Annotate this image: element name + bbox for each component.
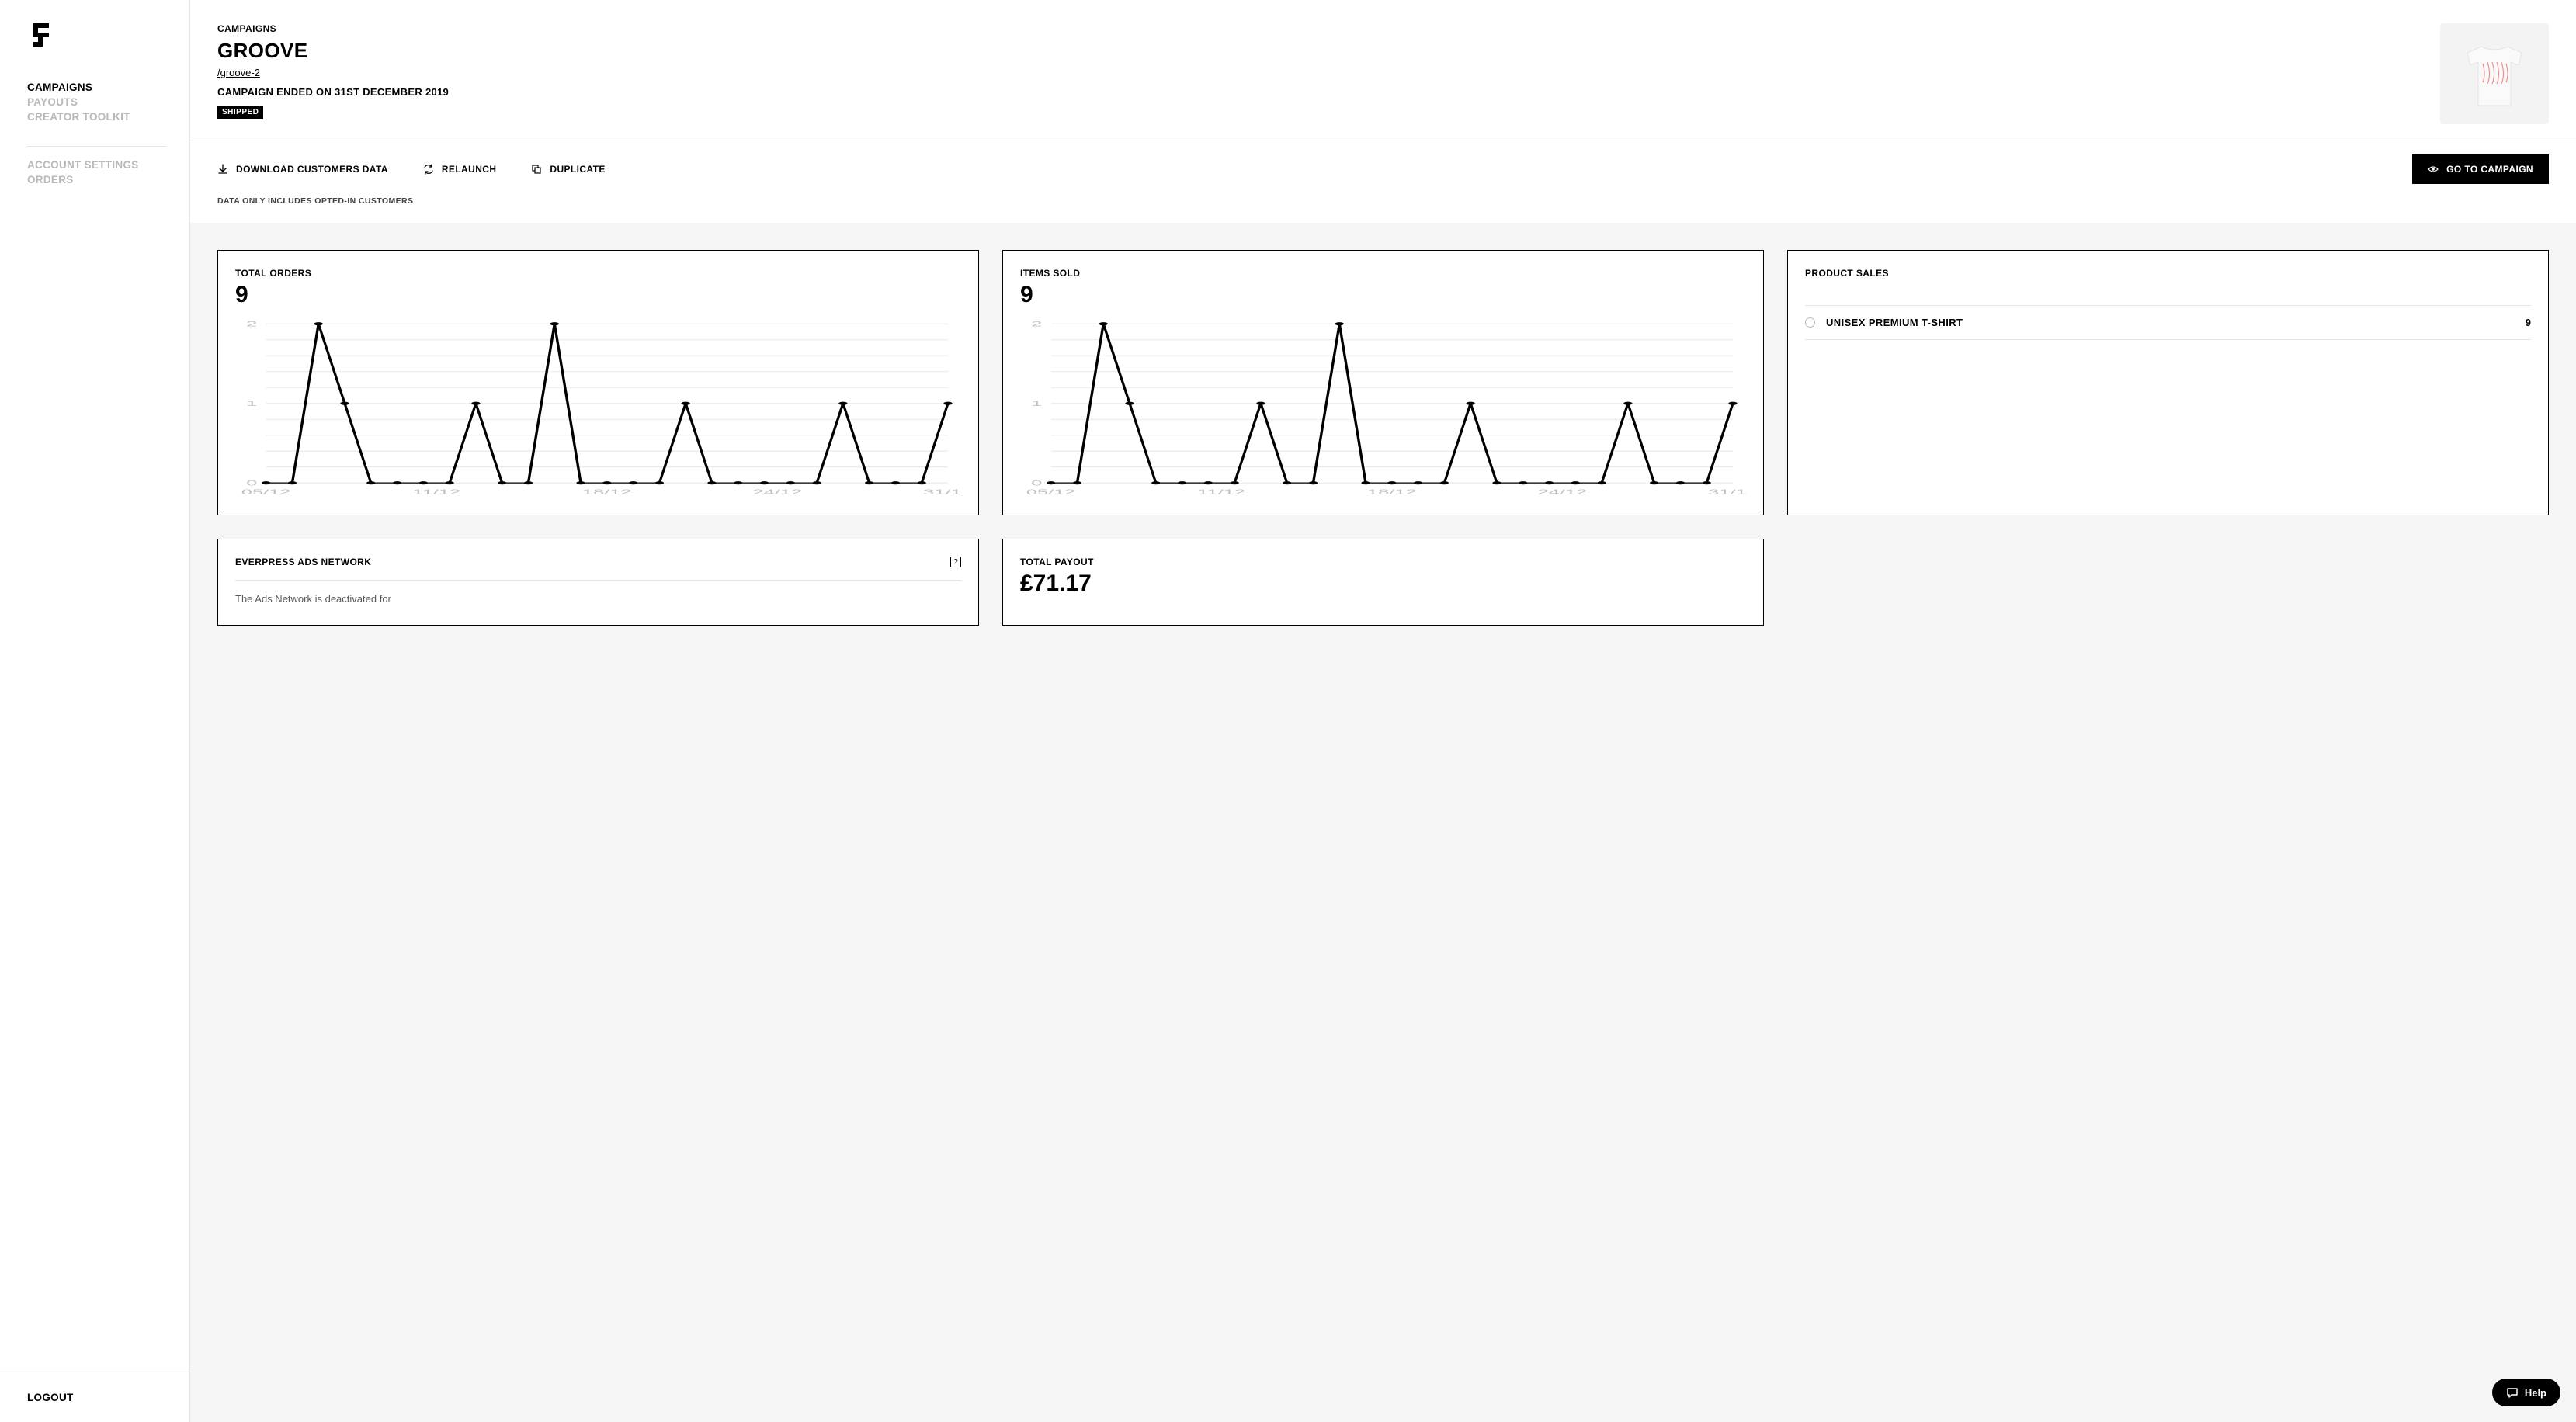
status-badge: SHIPPED [217, 106, 263, 119]
svg-text:2: 2 [1031, 321, 1042, 328]
campaign-ended-text: CAMPAIGN ENDED ON 31ST DECEMBER 2019 [217, 86, 449, 98]
logo[interactable] [27, 23, 189, 49]
main: CAMPAIGNS GROOVE /groove-2 CAMPAIGN ENDE… [190, 0, 2576, 1422]
download-customers-button[interactable]: DOWNLOAD CUSTOMERS DATA [217, 164, 388, 175]
svg-text:24/12: 24/12 [1538, 488, 1588, 496]
breadcrumb[interactable]: CAMPAIGNS [217, 23, 449, 34]
nav-payouts[interactable]: PAYOUTS [27, 95, 189, 109]
card-ads-network: EVERPRESS ADS NETWORK ? The Ads Network … [217, 539, 979, 626]
svg-text:05/12: 05/12 [241, 488, 291, 496]
card-total-payout: TOTAL PAYOUT £71.17 [1002, 539, 1764, 626]
svg-text:24/12: 24/12 [753, 488, 803, 496]
card-title: TOTAL PAYOUT [1020, 557, 1746, 567]
svg-text:1: 1 [1031, 400, 1042, 408]
help-icon[interactable]: ? [950, 557, 961, 567]
content-area: TOTAL ORDERS 9 0 1 2 05/12 11/12 18/12 24/12 31… [190, 223, 2576, 1422]
svg-text:11/12: 11/12 [1197, 488, 1245, 496]
download-label: DOWNLOAD CUSTOMERS DATA [236, 164, 388, 175]
color-swatch-icon [1805, 317, 1815, 328]
svg-text:18/12: 18/12 [1367, 488, 1417, 496]
data-note: DATA ONLY INCLUDES OPTED-IN CUSTOMERS [190, 196, 2576, 223]
relaunch-button[interactable]: RELAUNCH [423, 164, 497, 175]
go-label: GO TO CAMPAIGN [2446, 164, 2533, 175]
card-title: ITEMS SOLD [1020, 268, 1746, 279]
product-sales-row[interactable]: UNISEX PREMIUM T-SHIRT 9 [1805, 305, 2531, 340]
relaunch-label: RELAUNCH [442, 164, 497, 175]
download-icon [217, 164, 228, 175]
svg-text:2: 2 [246, 321, 257, 328]
nav-divider [27, 146, 166, 147]
card-title: TOTAL ORDERS [235, 268, 961, 279]
help-widget[interactable]: Help [2492, 1379, 2560, 1406]
items-chart: 0 1 2 05/12 11/12 18/12 24/12 31/12 [1020, 319, 1746, 498]
ads-body-text: The Ads Network is deactivated for [235, 593, 961, 605]
svg-text:0: 0 [246, 479, 257, 487]
orders-chart: 0 1 2 05/12 11/12 18/12 24/12 31/12 [235, 319, 961, 498]
nav-orders[interactable]: ORDERS [27, 172, 189, 187]
svg-text:05/12: 05/12 [1026, 488, 1076, 496]
product-name: UNISEX PREMIUM T-SHIRT [1826, 317, 1963, 328]
sidebar: CAMPAIGNS PAYOUTS CREATOR TOOLKIT ACCOUN… [0, 0, 190, 1422]
eye-icon [2428, 164, 2439, 175]
nav-primary: CAMPAIGNS PAYOUTS CREATOR TOOLKIT [27, 80, 189, 124]
page-title: GROOVE [217, 39, 449, 63]
total-payout-value: £71.17 [1020, 571, 1746, 597]
card-total-orders: TOTAL ORDERS 9 0 1 2 05/12 11/12 18/12 24/12 31… [217, 250, 979, 515]
logout-link[interactable]: LOGOUT [27, 1392, 74, 1403]
toolbar: DOWNLOAD CUSTOMERS DATA RELAUNCH DUPLICA… [190, 140, 2576, 192]
items-sold-value: 9 [1020, 282, 1746, 308]
card-title: PRODUCT SALES [1805, 268, 2531, 279]
duplicate-button[interactable]: DUPLICATE [531, 164, 605, 175]
page-header: CAMPAIGNS GROOVE /groove-2 CAMPAIGN ENDE… [190, 0, 2576, 140]
card-product-sales: PRODUCT SALES UNISEX PREMIUM T-SHIRT 9 [1787, 250, 2549, 515]
chat-icon [2506, 1386, 2519, 1399]
nav-account-settings[interactable]: ACCOUNT SETTINGS [27, 158, 189, 172]
product-qty: 9 [2526, 317, 2531, 328]
svg-text:1: 1 [246, 400, 257, 408]
duplicate-label: DUPLICATE [550, 164, 605, 175]
svg-text:11/12: 11/12 [412, 488, 460, 496]
go-to-campaign-button[interactable]: GO TO CAMPAIGN [2412, 154, 2549, 184]
help-label: Help [2525, 1387, 2546, 1399]
total-orders-value: 9 [235, 282, 961, 308]
nav-creator-toolkit[interactable]: CREATOR TOOLKIT [27, 109, 189, 124]
card-title: EVERPRESS ADS NETWORK [235, 557, 371, 567]
card-items-sold: ITEMS SOLD 9 0 1 2 05/12 11/12 18/12 24/12 31/1… [1002, 250, 1764, 515]
svg-text:0: 0 [1031, 479, 1042, 487]
duplicate-icon [531, 164, 542, 175]
nav-secondary: ACCOUNT SETTINGS ORDERS [27, 158, 189, 187]
svg-text:31/12: 31/12 [923, 488, 961, 496]
nav-campaigns[interactable]: CAMPAIGNS [27, 80, 189, 95]
svg-text:31/12: 31/12 [1708, 488, 1746, 496]
campaign-slug-link[interactable]: /groove-2 [217, 67, 260, 78]
relaunch-icon [423, 164, 434, 175]
svg-text:18/12: 18/12 [582, 488, 632, 496]
product-thumbnail[interactable] [2440, 23, 2549, 124]
